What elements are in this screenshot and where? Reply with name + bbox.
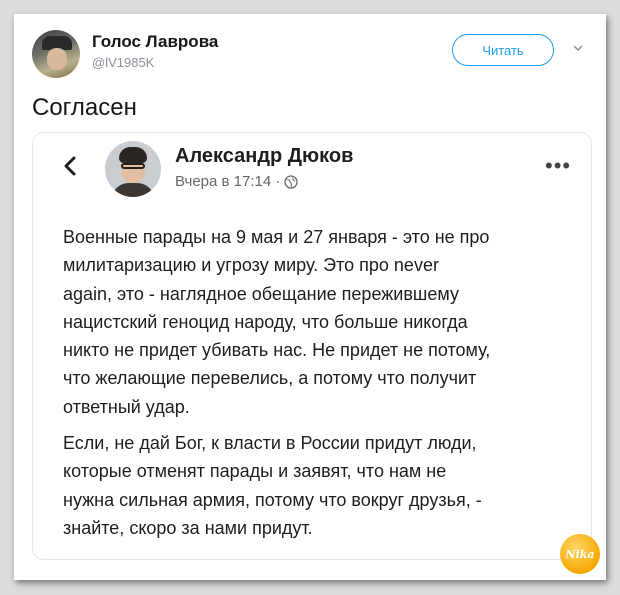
- globe-icon: [284, 174, 299, 189]
- tweet-author-avatar[interactable]: [32, 30, 80, 78]
- more-icon: •••: [545, 153, 572, 178]
- post-author-name: Александр Дюков: [175, 145, 354, 167]
- tweet-author-handle[interactable]: @lV1985K: [92, 55, 154, 70]
- tweet-card: Голос Лаврова @lV1985K Читать Согласен А…: [14, 14, 606, 580]
- follow-button[interactable]: Читать: [452, 34, 554, 66]
- embedded-post-screenshot: Александр Дюков Вчера в 17:14 · ••• Воен…: [32, 132, 592, 560]
- chevron-left-icon: [64, 156, 76, 176]
- chevron-down-icon[interactable]: [572, 42, 584, 54]
- post-paragraph-2: Если, не дай Бог, к власти в России прид…: [63, 433, 482, 538]
- post-meta: Вчера в 17:14 ·: [175, 173, 299, 190]
- watermark-logo: Nika: [560, 534, 600, 574]
- post-author-avatar: [105, 141, 161, 197]
- post-timestamp: Вчера в 17:14 ·: [175, 173, 281, 190]
- tweet-author-name[interactable]: Голос Лаврова: [92, 32, 218, 52]
- post-paragraph-1: Военные парады на 9 мая и 27 января - эт…: [63, 227, 491, 417]
- tweet-text: Согласен: [32, 94, 137, 121]
